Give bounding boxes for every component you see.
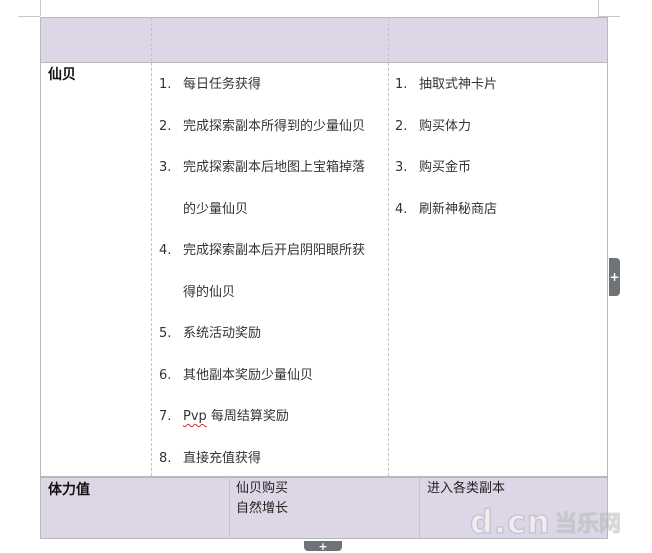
watermark-text: 当乐网 <box>554 512 621 538</box>
currency-table: 仙贝 1. 每日任务获得 2. 完成探索副本所得到的少量仙贝 3. 完成探索副本后地图… <box>40 17 608 477</box>
page-corner-line-left <box>18 16 40 17</box>
list-item: 5. 系统活动奖励 <box>159 326 262 341</box>
column-divider-2 <box>419 478 420 538</box>
list-item: 4. 刷新神秘商店 <box>395 202 498 217</box>
stamina-uses-cell: 进入各类副本 <box>427 481 506 496</box>
add-column-button[interactable]: + <box>609 258 620 296</box>
list-item: 1. 每日任务获得 <box>159 77 262 92</box>
list-item-continuation: 得的仙贝 <box>183 285 236 300</box>
column-divider-1 <box>229 478 230 538</box>
column-divider-1 <box>151 18 152 476</box>
watermark-logo: d.cn <box>469 502 551 542</box>
list-item: 3. 完成探索副本后地图上宝箱掉落 <box>159 160 366 175</box>
list-item: 2. 完成探索副本所得到的少量仙贝 <box>159 119 366 134</box>
page-corner-mark-left <box>40 0 41 16</box>
row-label-xianbei: 仙贝 <box>48 67 76 83</box>
list-item: 8. 直接充值获得 <box>159 451 262 466</box>
column-divider-2 <box>388 18 389 476</box>
list-item: 3. 购买金币 <box>395 160 472 175</box>
list-item-continuation: 的少量仙贝 <box>183 202 249 217</box>
row-label-stamina: 体力值 <box>48 482 90 498</box>
page-corner-mark-right <box>598 0 599 16</box>
stamina-source: 仙贝购买 <box>236 481 289 496</box>
stamina-sources-cell: 仙贝购买 自然增长 <box>236 479 288 519</box>
list-item: 7. Pvp 每周结算奖励 <box>159 409 289 424</box>
list-item: 2. 购买体力 <box>395 119 472 134</box>
spellcheck-word: Pvp <box>183 409 207 424</box>
list-item: 4. 完成探索副本后开启阴阳眼所获 <box>159 243 366 258</box>
list-item: 6. 其他副本奖励少量仙贝 <box>159 368 314 383</box>
table-header-row <box>41 18 607 63</box>
list-item: 1. 抽取式神卡片 <box>395 77 498 92</box>
add-row-button[interactable]: + <box>304 540 342 553</box>
stamina-source: 自然增长 <box>236 501 289 516</box>
watermark: d.cn 当乐网 <box>469 498 640 546</box>
